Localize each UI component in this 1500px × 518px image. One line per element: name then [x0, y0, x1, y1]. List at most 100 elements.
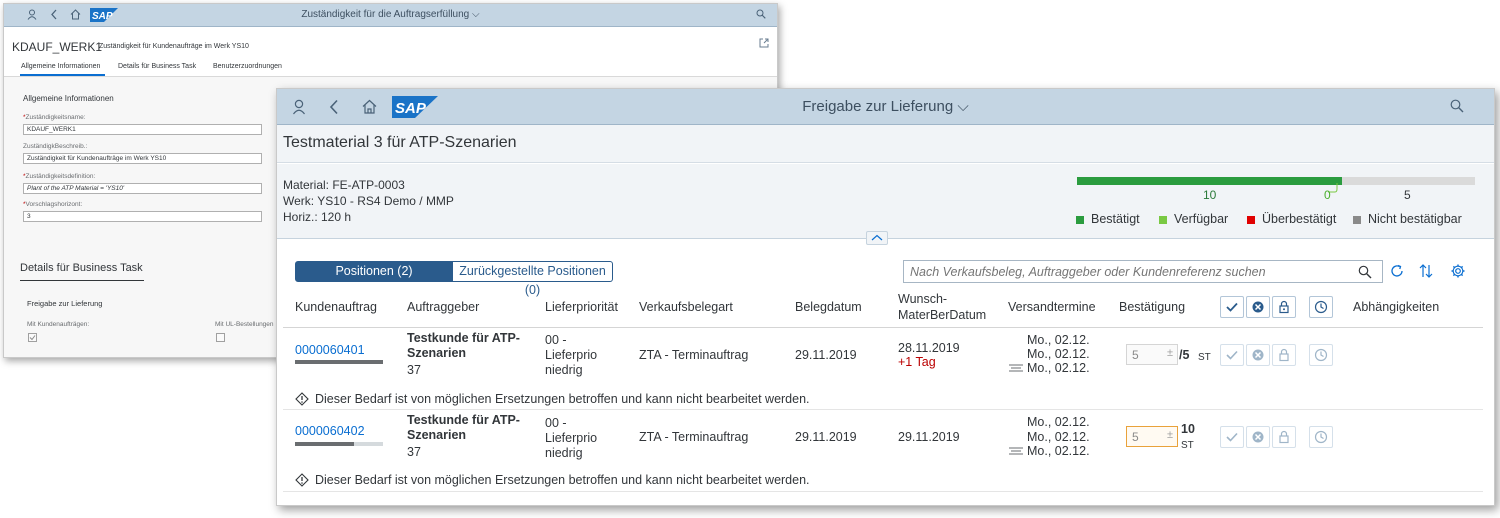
order-link[interactable]: 0000060402: [295, 424, 365, 439]
object-title: KDAUF_WERK1: [12, 40, 103, 54]
horizon-field[interactable]: 3: [23, 211, 262, 222]
reject-button[interactable]: [1246, 344, 1270, 366]
cancel-icon: [1252, 349, 1264, 361]
legend-confirmed: Bestätigt: [1091, 212, 1140, 226]
checkmark-icon: [1226, 432, 1238, 442]
col-auftraggeber[interactable]: Auftraggeber: [407, 299, 479, 315]
delivery-priority: 00 - Lieferprio niedrig: [545, 416, 598, 460]
chevron-down-icon: ⌵: [957, 98, 969, 115]
legend-confirmed-swatch: [1076, 216, 1084, 224]
confirm-quantity-value: 5: [1132, 430, 1139, 444]
shell-title[interactable]: Zuständigkeit für die Auftragserfüllung …: [4, 9, 777, 20]
confirm-quantity-value: 5: [1132, 348, 1139, 362]
search-input[interactable]: [910, 263, 1350, 280]
col-wunsch-datum[interactable]: Wunsch- MaterBerDatum: [898, 291, 986, 323]
tab-zurueckgestellte-positionen[interactable]: Zurückgestellte Positionen (0): [453, 261, 613, 297]
confirm-total: 10: [1181, 422, 1195, 436]
active-tab-indicator: [20, 74, 105, 76]
ship-date-2: Mo., 02.12.: [1027, 347, 1090, 361]
chevron-up-icon: [871, 234, 883, 241]
warning-diamond-icon: [295, 392, 309, 406]
reject-button[interactable]: [1246, 426, 1270, 448]
section2-title: Details für Business Task: [20, 262, 143, 274]
ship-date-1: Mo., 02.12.: [1027, 333, 1090, 347]
row-note: Dieser Bedarf ist von möglichen Ersetzun…: [315, 392, 810, 406]
postpone-all-button[interactable]: [1309, 296, 1333, 318]
lock-icon: [1279, 348, 1289, 362]
description-field[interactable]: Zuständigkeit für Kundenaufträge im Werk…: [23, 153, 262, 164]
confirm-quantity-input[interactable]: 5 ±: [1126, 426, 1178, 447]
unit-label: ST: [1181, 440, 1194, 451]
doc-date: 29.11.2019: [795, 430, 857, 444]
col-versandtermine[interactable]: Versandtermine: [1008, 299, 1096, 315]
legend-not-confirmable: Nicht bestätigbar: [1368, 212, 1462, 226]
checkbox2-label: Mit UL-Bestellungen: [215, 321, 274, 328]
confirm-quantity-input[interactable]: 5 ±: [1126, 344, 1178, 365]
subsection-title: Freigabe zur Lieferung: [27, 299, 103, 308]
truck-icon: [1008, 363, 1024, 373]
lock-button[interactable]: [1272, 344, 1296, 366]
object-title-bar: Testmaterial 3 für ATP-Szenarien: [277, 125, 1494, 163]
shell-title[interactable]: Freigabe zur Lieferung ⌵: [277, 98, 1494, 115]
checkbox-kundenauftraege[interactable]: [28, 333, 37, 342]
col-kundenauftrag[interactable]: Kundenauftrag: [295, 299, 377, 315]
collapse-header-button[interactable]: [866, 231, 888, 245]
col-belegdatum[interactable]: Belegdatum: [795, 299, 862, 315]
order-progress-bar: [295, 442, 383, 446]
stepper-icon[interactable]: ±: [1167, 429, 1173, 441]
plant-info: Werk: YS10 - RS4 Demo / MMP: [283, 194, 454, 208]
tab-allgemeine-informationen[interactable]: Allgemeine Informationen: [21, 63, 100, 70]
sort-icon[interactable]: [1418, 263, 1434, 279]
checkmark-icon: [1226, 350, 1238, 360]
settings-gear-icon[interactable]: [1450, 263, 1466, 279]
lock-icon: [1279, 300, 1289, 314]
col-verkaufsbelegart[interactable]: Verkaufsbelegart: [639, 299, 733, 315]
ship-date-1: Mo., 02.12.: [1027, 415, 1090, 429]
stepper-icon[interactable]: ±: [1167, 347, 1173, 359]
front-window: SAP Freigabe zur Lieferung ⌵ Testmateria…: [276, 88, 1495, 506]
lock-icon: [1279, 430, 1289, 444]
search-icon[interactable]: [756, 9, 766, 19]
cancel-icon: [1252, 431, 1264, 443]
search-icon[interactable]: [1358, 265, 1372, 279]
clock-icon: [1314, 300, 1328, 314]
field-label-name: *Zuständigkeitsname:: [23, 114, 86, 121]
tab-benutzerzuordnungen[interactable]: Benutzerzuordnungen: [213, 63, 282, 70]
confirm-button[interactable]: [1220, 344, 1244, 366]
postpone-button[interactable]: [1309, 344, 1333, 366]
search-icon[interactable]: [1450, 99, 1464, 113]
not-confirmable-value: 5: [1404, 188, 1411, 202]
section2-underline: [20, 280, 144, 281]
order-progress-bar: [295, 360, 383, 364]
confirm-button[interactable]: [1220, 426, 1244, 448]
reject-all-button[interactable]: [1246, 296, 1270, 318]
checkbox-ul-bestellungen[interactable]: [216, 333, 225, 342]
col-bestaetigung[interactable]: Bestätigung: [1119, 299, 1185, 315]
clock-icon: [1314, 348, 1328, 362]
row-divider: [283, 409, 1483, 410]
chevron-down-icon: ⌵: [472, 9, 480, 20]
horizon-info: Horiz.: 120 h: [283, 210, 352, 224]
legend-not-confirmable-swatch: [1353, 216, 1361, 224]
ship-date-2: Mo., 02.12.: [1027, 430, 1090, 444]
quantity-bar: [1077, 177, 1475, 185]
name-field[interactable]: KDAUF_WERK1: [23, 124, 262, 135]
lock-all-button[interactable]: [1272, 296, 1296, 318]
col-abhaengigkeiten[interactable]: Abhängigkeiten: [1353, 299, 1439, 315]
share-icon[interactable]: [759, 38, 769, 48]
postpone-button[interactable]: [1309, 426, 1333, 448]
refresh-icon[interactable]: [1389, 263, 1405, 279]
col-lieferprioritaet[interactable]: Lieferpriorität: [545, 299, 618, 315]
lock-button[interactable]: [1272, 426, 1296, 448]
confirm-all-button[interactable]: [1220, 296, 1244, 318]
tab-positionen[interactable]: Positionen (2): [295, 261, 453, 282]
object-subtitle: Zuständigkeit für Kundenaufträge im Werk…: [99, 43, 249, 50]
definition-field[interactable]: Plant of the ATP Material = 'YS10': [23, 183, 262, 194]
order-link[interactable]: 0000060401: [295, 343, 365, 358]
row-divider: [283, 491, 1483, 492]
delivery-priority: 00 - Lieferprio niedrig: [545, 333, 598, 377]
tab-details-business-task[interactable]: Details für Business Task: [118, 63, 196, 70]
field-label-definition: *Zuständigkeitsdefinition:: [23, 173, 96, 180]
header-divider: [283, 327, 1483, 328]
section-title: Allgemeine Informationen: [23, 94, 114, 103]
